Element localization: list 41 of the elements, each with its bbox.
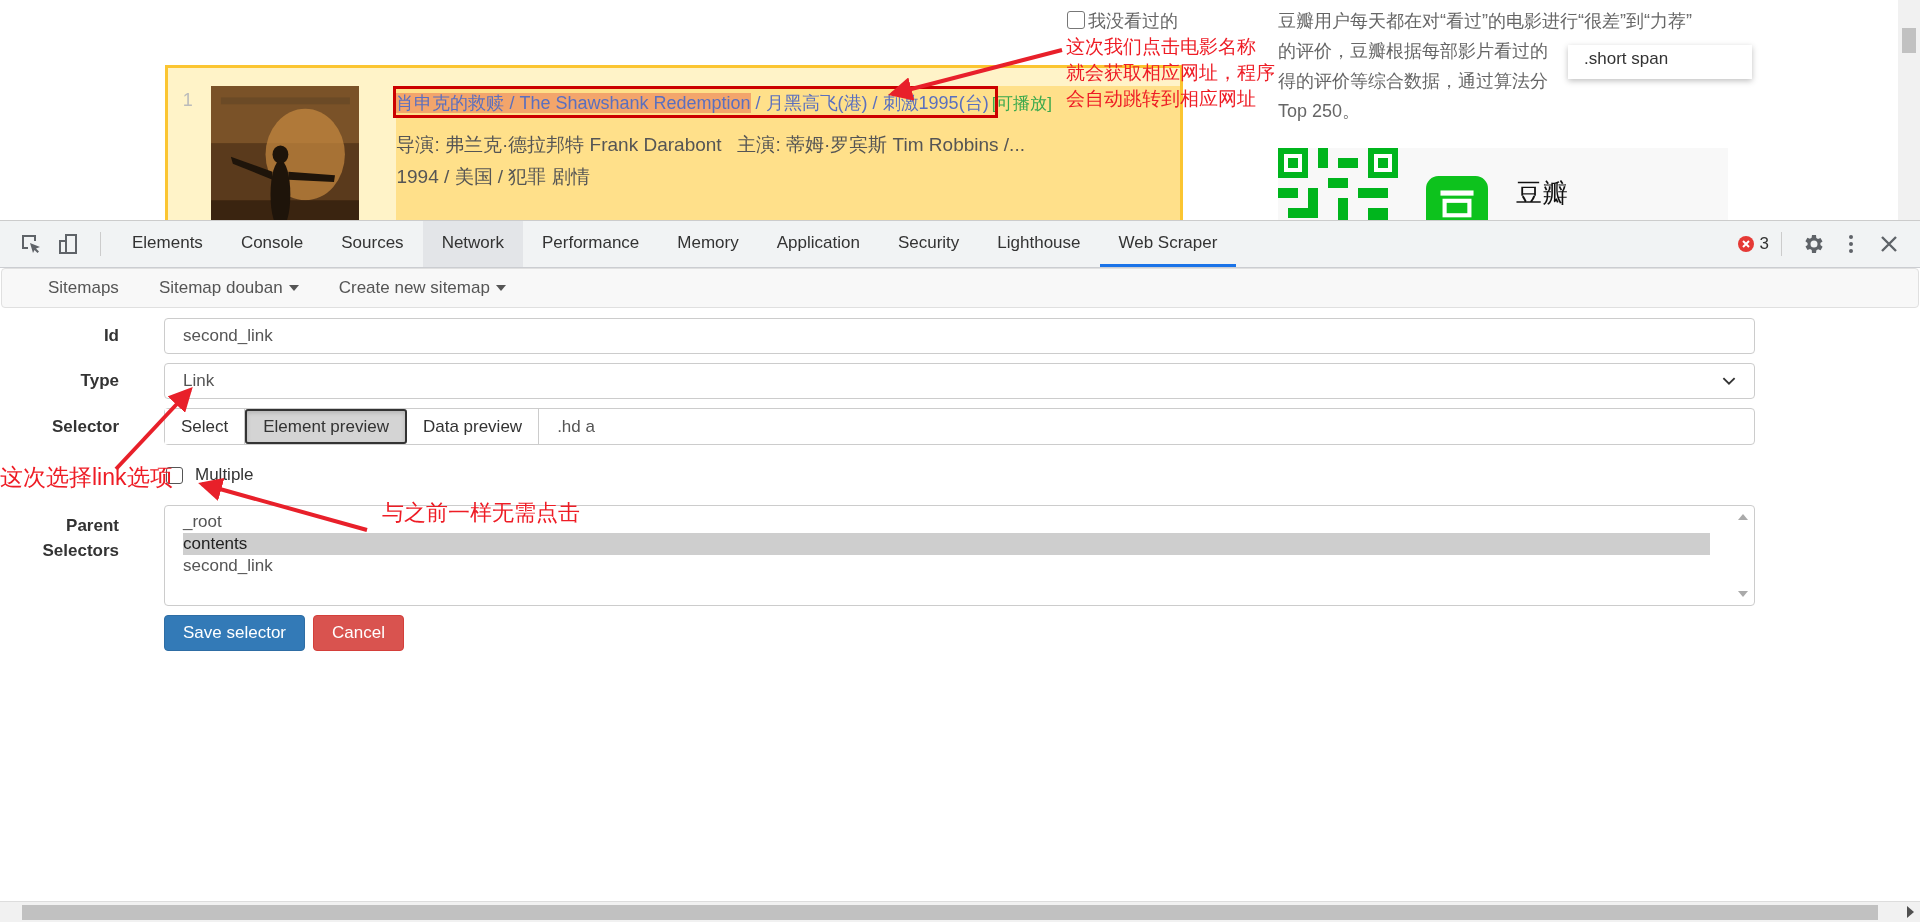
- nav-menu-item[interactable]: Sitemap douban: [142, 278, 315, 298]
- devtools-tab[interactable]: Sources: [322, 221, 423, 267]
- app-name: 豆瓣: [1516, 177, 1568, 210]
- devtools-tab[interactable]: Application: [757, 221, 879, 267]
- type-select-field[interactable]: Link: [164, 363, 1755, 399]
- scrollbar[interactable]: [1898, 0, 1920, 220]
- description-text: 豆瓣用户每天都在对“看过”的电影进行“很差”到“力荐”: [1278, 10, 1692, 33]
- devtools-tab[interactable]: Network: [422, 221, 523, 267]
- selector-tooltip: .short span: [1568, 45, 1752, 79]
- error-count[interactable]: 3: [1759, 234, 1769, 254]
- field-label: Parent Selectors: [41, 515, 120, 562]
- nav-menu-item[interactable]: Create new sitemap: [322, 278, 522, 298]
- list-option[interactable]: second_link: [183, 555, 273, 577]
- movie-credits: 导演: 弗兰克·德拉邦特 Frank Darabont 主演: 蒂姆·罗宾斯 Tim Robbins /...: [396, 133, 1026, 157]
- checkbox-label: Multiple: [195, 465, 254, 485]
- annotation-text: 这次我们点击电影名称: [1066, 35, 1256, 59]
- devtools-tab[interactable]: Console: [221, 221, 323, 267]
- devtools-tab[interactable]: Elements: [113, 221, 222, 267]
- list-option[interactable]: _root: [183, 511, 222, 533]
- list-option[interactable]: contents: [183, 533, 1710, 555]
- devtools-tab[interactable]: Security: [878, 221, 979, 267]
- error-icon[interactable]: [1737, 236, 1754, 252]
- movie-info: 1994 / 美国 / 犯罪 剧情: [396, 165, 591, 189]
- chevron-down-icon: [1722, 376, 1736, 386]
- save-button[interactable]: Save selector: [164, 615, 305, 651]
- rank-number: 1: [181, 89, 194, 112]
- scrollbar[interactable]: [0, 901, 1920, 922]
- checkbox[interactable]: [1067, 11, 1085, 29]
- description-text: 的评价，豆瓣根据每部影片看过的: [1278, 40, 1548, 63]
- field-label: Selector: [50, 416, 120, 437]
- devtools-tab[interactable]: Lighthouse: [978, 221, 1100, 267]
- devtools-tab[interactable]: Performance: [523, 221, 659, 267]
- description-text: Top 250。: [1278, 100, 1361, 123]
- id-input-field[interactable]: second_link: [164, 318, 1755, 354]
- nav-menu-item[interactable]: Sitemaps: [32, 278, 135, 298]
- field-label: Type: [79, 371, 120, 391]
- field-label: Id: [102, 326, 120, 346]
- cancel-button[interactable]: Cancel: [313, 615, 404, 651]
- description-text: 得的评价等综合数据，通过算法分: [1278, 70, 1548, 93]
- devtools-tab[interactable]: Memory: [658, 221, 758, 267]
- checkbox-label: 我没看过的: [1088, 10, 1178, 33]
